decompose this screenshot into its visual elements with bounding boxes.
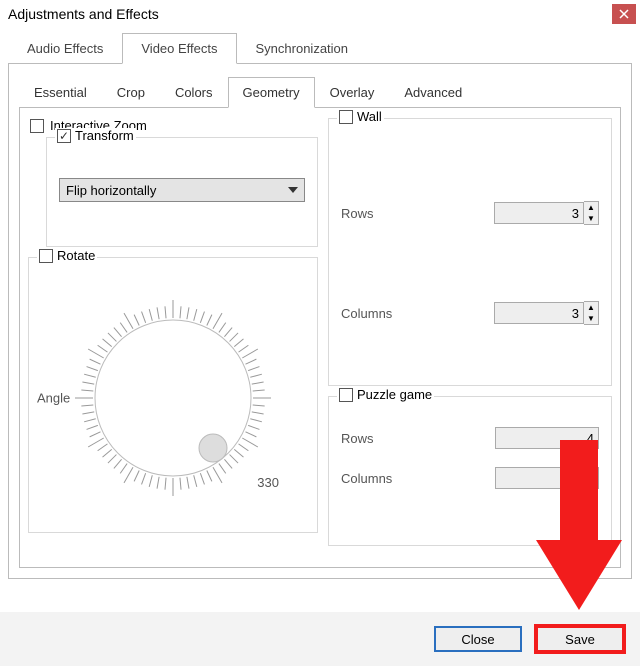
puzzle-label[interactable]: Puzzle game: [357, 387, 432, 402]
dial-icon: [63, 288, 283, 508]
wall-title: Wall: [337, 109, 384, 124]
angle-value: 330: [257, 475, 279, 490]
geometry-right-column: Wall Rows ▲▼ Columns: [328, 118, 612, 555]
wall-rows-spinner[interactable]: ▲▼: [494, 201, 599, 225]
subtab-essential[interactable]: Essential: [19, 77, 102, 108]
wall-rows-input[interactable]: [494, 202, 584, 224]
geometry-panel: Interactive Zoom Transform Flip horizont…: [19, 108, 621, 568]
wall-checkbox[interactable]: [339, 110, 353, 124]
puzzle-cols-label: Columns: [341, 471, 392, 486]
rotate-checkbox[interactable]: [39, 249, 53, 263]
subtab-advanced[interactable]: Advanced: [389, 77, 477, 108]
wall-cols-input[interactable]: [494, 302, 584, 324]
spin-down-icon[interactable]: ▼: [584, 313, 598, 324]
save-button[interactable]: Save: [536, 626, 624, 652]
subtab-geometry[interactable]: Geometry: [228, 77, 315, 108]
wall-group: Wall Rows ▲▼ Columns: [328, 118, 612, 386]
window-body: Audio Effects Video Effects Synchronizat…: [0, 28, 640, 587]
video-effects-panel: Essential Crop Colors Geometry Overlay A…: [8, 64, 632, 579]
puzzle-group: Puzzle game Rows Columns: [328, 396, 612, 546]
transform-dropdown-value: Flip horizontally: [66, 183, 156, 198]
tab-audio-effects[interactable]: Audio Effects: [8, 33, 122, 64]
puzzle-rows-row: Rows: [341, 427, 599, 449]
puzzle-rows-input[interactable]: [495, 427, 599, 449]
spin-up-icon[interactable]: ▲: [584, 202, 598, 213]
tab-synchronization[interactable]: Synchronization: [237, 33, 368, 64]
video-effects-subtabs: Essential Crop Colors Geometry Overlay A…: [19, 76, 621, 108]
puzzle-cols-spinner[interactable]: [495, 467, 599, 489]
puzzle-cols-row: Columns: [341, 467, 599, 489]
close-button[interactable]: Close: [434, 626, 522, 652]
transform-checkbox[interactable]: [57, 129, 71, 143]
rotate-label[interactable]: Rotate: [57, 248, 95, 263]
rotate-title: Rotate: [37, 248, 97, 263]
wall-cols-label: Columns: [341, 306, 392, 321]
wall-rows-row: Rows ▲▼: [341, 201, 599, 225]
puzzle-title: Puzzle game: [337, 387, 434, 402]
geometry-left-column: Interactive Zoom Transform Flip horizont…: [28, 118, 318, 555]
transform-title: Transform: [55, 128, 136, 143]
dialog-footer: Close Save: [0, 612, 640, 666]
wall-label[interactable]: Wall: [357, 109, 382, 124]
puzzle-rows-label: Rows: [341, 431, 374, 446]
window-title: Adjustments and Effects: [8, 6, 159, 22]
subtab-overlay[interactable]: Overlay: [315, 77, 390, 108]
window-close-button[interactable]: [612, 4, 636, 24]
puzzle-checkbox[interactable]: [339, 388, 353, 402]
puzzle-cols-input[interactable]: [495, 467, 599, 489]
rotate-dial[interactable]: 330: [63, 288, 283, 508]
interactive-zoom-checkbox[interactable]: [30, 119, 44, 133]
subtab-colors[interactable]: Colors: [160, 77, 228, 108]
wall-rows-spin-buttons[interactable]: ▲▼: [584, 201, 599, 225]
transform-label[interactable]: Transform: [75, 128, 134, 143]
transform-group: Transform Flip horizontally: [46, 137, 318, 247]
spin-up-icon[interactable]: ▲: [584, 302, 598, 313]
wall-rows-label: Rows: [341, 206, 374, 221]
wall-cols-spinner[interactable]: ▲▼: [494, 301, 599, 325]
titlebar: Adjustments and Effects: [0, 0, 640, 28]
spin-down-icon[interactable]: ▼: [584, 213, 598, 224]
rotate-dial-area: Angle 330: [41, 268, 305, 528]
wall-cols-spin-buttons[interactable]: ▲▼: [584, 301, 599, 325]
tab-video-effects[interactable]: Video Effects: [122, 33, 236, 64]
close-icon: [619, 9, 629, 19]
puzzle-rows-spinner[interactable]: [495, 427, 599, 449]
chevron-down-icon: [288, 187, 298, 193]
subtab-crop[interactable]: Crop: [102, 77, 160, 108]
rotate-group: Rotate Angle 330: [28, 257, 318, 533]
wall-cols-row: Columns ▲▼: [341, 301, 599, 325]
top-tabs: Audio Effects Video Effects Synchronizat…: [8, 32, 632, 64]
transform-dropdown[interactable]: Flip horizontally: [59, 178, 305, 202]
